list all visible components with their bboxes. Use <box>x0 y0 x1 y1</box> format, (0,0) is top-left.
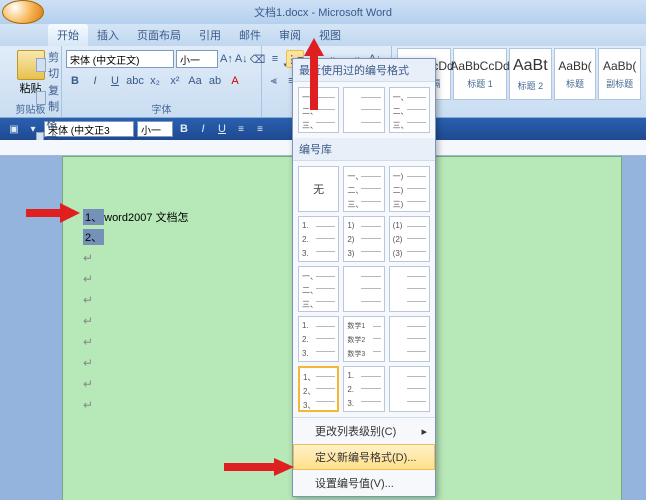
num-format[interactable] <box>389 266 430 312</box>
list-number: 2、 <box>83 229 104 245</box>
set-number-value[interactable]: 设置编号值(V)... <box>293 470 435 496</box>
annotation-arrow-icon <box>24 198 80 228</box>
font-size-select[interactable] <box>176 50 218 68</box>
strike-button[interactable]: abc <box>126 72 144 90</box>
dropdown-footer: 更改列表级别(C)▸ 定义新编号格式(D)... 设置编号值(V)... <box>293 417 435 496</box>
group-font: A↑ A↓ ⌫ B I U abc x₂ x² Aa ab A 字体 <box>62 46 262 117</box>
scissors-icon <box>36 58 46 72</box>
cut-button[interactable]: 剪切 <box>36 49 63 81</box>
num-format[interactable] <box>389 316 430 362</box>
style-item[interactable]: AaBb(副标题 <box>598 48 641 100</box>
num-format-none[interactable]: 无 <box>298 166 339 212</box>
title-bar: 文档1.docx - Microsoft Word <box>0 0 646 24</box>
tab-home[interactable]: 开始 <box>48 24 88 46</box>
mini-font-size[interactable] <box>137 121 173 137</box>
mini-bold[interactable]: B <box>176 121 192 137</box>
mini-underline[interactable]: U <box>214 121 230 137</box>
numbering-dropdown: 最近使用过的编号格式 一、 二、 三、 一、 二、 三、 编号库 无 一、二、三… <box>292 58 436 497</box>
change-list-level[interactable]: 更改列表级别(C)▸ <box>293 418 435 444</box>
doc-text: word2007 文档怎 <box>104 209 188 225</box>
tab-insert[interactable]: 插入 <box>88 24 128 46</box>
num-format-recent[interactable]: 一、 二、 三、 <box>389 87 430 133</box>
num-format[interactable]: 一、二、三、 <box>343 166 384 212</box>
mini-italic[interactable]: I <box>195 121 211 137</box>
style-item[interactable]: AaBb(标题 <box>554 48 597 100</box>
group-label-font: 字体 <box>62 101 261 116</box>
num-format[interactable] <box>389 366 430 412</box>
num-format[interactable]: 1)2)3) <box>343 216 384 262</box>
font-color-button[interactable]: A <box>226 72 244 90</box>
annotation-arrow-icon <box>222 456 294 478</box>
num-format[interactable]: (1)(2)(3) <box>389 216 430 262</box>
tab-layout[interactable]: 页面布局 <box>128 24 190 46</box>
align-left-button[interactable]: ⫷ <box>266 72 282 90</box>
highlight-button[interactable]: ab <box>206 72 224 90</box>
num-format[interactable]: 一、二、三、 <box>298 266 339 312</box>
num-format[interactable]: 一)二)三) <box>389 166 430 212</box>
mini-align2[interactable]: ≡ <box>252 121 268 137</box>
bullets-button[interactable]: ≡ <box>266 50 284 68</box>
mini-save-icon[interactable]: ▣ <box>6 121 22 137</box>
num-format[interactable]: 1.2.3. <box>298 216 339 262</box>
group-clipboard: 粘贴 剪切 复制 格式刷 剪贴板 <box>0 46 62 117</box>
list-number: 1、 <box>83 209 104 225</box>
subscript-button[interactable]: x₂ <box>146 72 164 90</box>
tab-mail[interactable]: 邮件 <box>230 24 270 46</box>
section-library: 编号库 <box>293 138 435 161</box>
style-item[interactable]: AaBt标题 2 <box>509 48 552 100</box>
group-label-clipboard: 剪贴板 <box>0 101 61 116</box>
change-case-button[interactable]: Aa <box>186 72 204 90</box>
annotation-arrow-icon <box>302 38 326 110</box>
style-item[interactable]: AaBbCcDd标题 1 <box>453 48 507 100</box>
grow-font-button[interactable]: A↑ <box>220 50 233 68</box>
underline-button[interactable]: U <box>106 72 124 90</box>
bold-button[interactable]: B <box>66 72 84 90</box>
tab-references[interactable]: 引用 <box>190 24 230 46</box>
num-format[interactable]: 数学1数学2数学3 <box>343 316 384 362</box>
num-format[interactable]: 1.2.3. <box>343 366 384 412</box>
num-format[interactable]: 1.2.3. <box>298 316 339 362</box>
num-format-selected[interactable]: 1、2、3、 <box>298 366 339 412</box>
shrink-font-button[interactable]: A↓ <box>235 50 248 68</box>
italic-button[interactable]: I <box>86 72 104 90</box>
num-format[interactable] <box>343 266 384 312</box>
superscript-button[interactable]: x² <box>166 72 184 90</box>
num-format-recent[interactable] <box>343 87 384 133</box>
font-name-select[interactable] <box>66 50 174 68</box>
define-new-format[interactable]: 定义新编号格式(D)... <box>293 444 435 470</box>
office-button[interactable] <box>2 0 44 24</box>
window-title: 文档1.docx - Microsoft Word <box>254 4 392 20</box>
mini-align[interactable]: ≡ <box>233 121 249 137</box>
